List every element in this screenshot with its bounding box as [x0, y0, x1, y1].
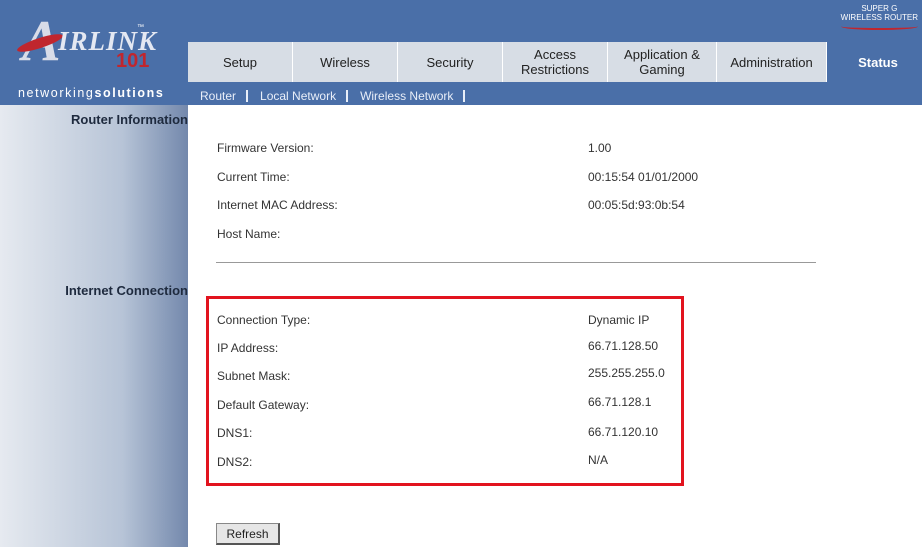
tab-access-restrictions[interactable]: Access Restrictions — [503, 42, 608, 82]
dns2-label: DNS2: — [217, 455, 253, 469]
default-gateway-label: Default Gateway: — [217, 398, 310, 412]
subnav-router[interactable]: Router — [188, 89, 249, 102]
dns2-value: N/A — [588, 453, 609, 467]
sidebar: Router Information Internet Connection — [0, 105, 188, 547]
subnet-mask-label: Subnet Mask: — [217, 369, 291, 383]
connection-type-value: Dynamic IP — [588, 313, 650, 327]
badge-swoosh — [840, 23, 918, 30]
tagline: networkingsolutions — [18, 86, 164, 100]
tab-wireless[interactable]: Wireless — [293, 42, 398, 82]
ip-address-value: 66.71.128.50 — [588, 339, 659, 353]
tab-status[interactable]: Status — [827, 42, 922, 82]
current-time-value: 00:15:54 01/01/2000 — [588, 170, 699, 184]
logo-trademark: ™ — [137, 24, 144, 31]
subnav-local-network[interactable]: Local Network — [248, 89, 349, 102]
refresh-button[interactable]: Refresh — [216, 523, 280, 545]
dns1-label: DNS1: — [217, 426, 253, 440]
subnet-mask-value: 255.255.255.0 — [588, 366, 665, 380]
mac-address-value: 00:05:5d:93:0b:54 — [588, 198, 685, 212]
firmware-version-value: 1.00 — [588, 141, 612, 155]
tab-security[interactable]: Security — [398, 42, 503, 82]
default-gateway-value: 66.71.128.1 — [588, 395, 652, 409]
tagline-a: networking — [18, 86, 95, 100]
badge-line2: WIRELESS ROUTER — [840, 13, 918, 22]
current-time-label: Current Time: — [217, 170, 290, 184]
section-divider — [216, 262, 816, 263]
tab-administration[interactable]: Administration — [717, 42, 827, 82]
main-tabs: Setup Wireless Security Access Restricti… — [188, 42, 922, 82]
airlink-logo: A IRLINK ™ 101 — [0, 0, 188, 86]
super-g-badge: SUPER G WIRELESS ROUTER — [840, 4, 918, 30]
tab-setup[interactable]: Setup — [188, 42, 293, 82]
status-subnav: Router Local Network Wireless Network — [188, 86, 466, 105]
firmware-version-label: Firmware Version: — [217, 141, 314, 155]
dns1-value: 66.71.120.10 — [588, 425, 659, 439]
ip-address-label: IP Address: — [217, 341, 279, 355]
section-router-information: Router Information — [71, 112, 188, 127]
logo-number: 101 — [116, 50, 150, 72]
mac-address-label: Internet MAC Address: — [217, 198, 338, 212]
tagline-b: solutions — [94, 86, 165, 100]
badge-line1: SUPER G — [861, 4, 898, 13]
tab-application-gaming[interactable]: Application & Gaming — [608, 42, 717, 82]
section-internet-connection: Internet Connection — [65, 283, 188, 298]
subnav-wireless-network[interactable]: Wireless Network — [348, 89, 466, 102]
connection-type-label: Connection Type: — [217, 313, 311, 327]
host-name-label: Host Name: — [217, 227, 281, 241]
